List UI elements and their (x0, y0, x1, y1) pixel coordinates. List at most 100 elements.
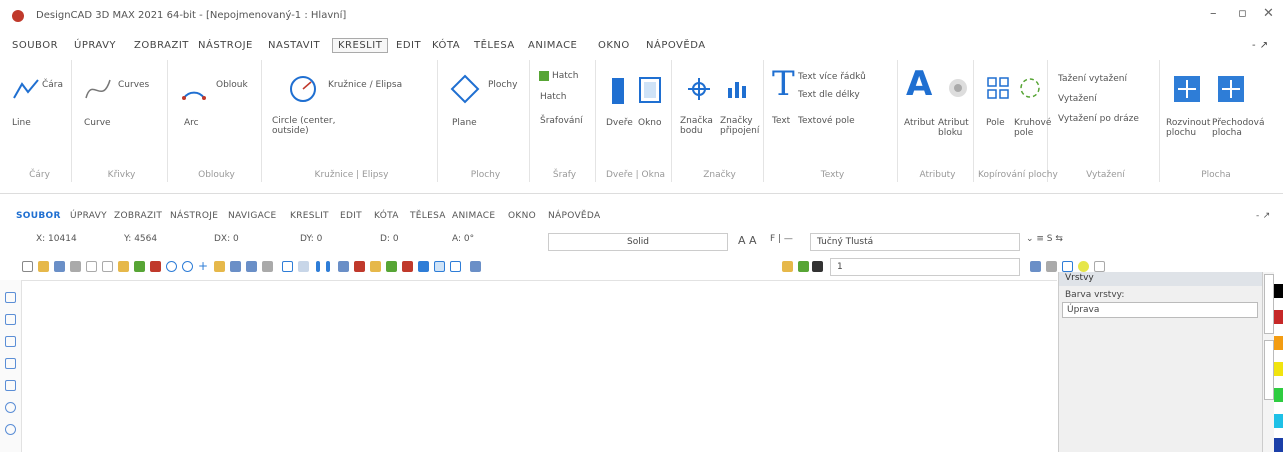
font-size-buttons[interactable]: A A (738, 234, 757, 247)
unfold-surface-label[interactable]: Rozvinout plochu (1166, 118, 1214, 138)
cut-icon[interactable] (134, 261, 145, 272)
pencil-color-icon[interactable] (782, 261, 793, 272)
open-folder-icon[interactable] (38, 261, 49, 272)
arc-dropdown-label[interactable]: Oblouk (216, 80, 248, 90)
curve-side-tool-icon[interactable] (5, 336, 16, 347)
distance-field[interactable]: D: 0 (380, 234, 399, 244)
block-attribute-label[interactable]: Atribut bloku (938, 118, 972, 138)
properties-icon[interactable] (262, 261, 273, 272)
redo-icon[interactable] (182, 261, 193, 272)
panel-collapse-glyph[interactable]: - ↗ (1256, 211, 1271, 221)
ortho-icon[interactable] (338, 261, 349, 272)
circle-dropdown-label[interactable]: Kružnice / Elipsa (328, 80, 402, 90)
color-swatch-green[interactable] (1274, 388, 1283, 402)
color-swatch-cyan[interactable] (1274, 414, 1283, 428)
text-tool-label[interactable]: Text (772, 116, 790, 126)
tab-animace[interactable]: ANIMACE (452, 211, 495, 221)
menu-kreslit[interactable]: KRESLIT (332, 38, 389, 53)
fill-color-icon[interactable] (798, 261, 809, 272)
color-swatch-yellow[interactable] (1274, 362, 1283, 376)
menu-nastroje[interactable]: NÁSTROJE (198, 40, 253, 51)
tab-telesa[interactable]: TĚLESA (410, 211, 446, 221)
snap-grid-icon[interactable] (316, 261, 320, 272)
zoom-in-icon[interactable] (298, 261, 309, 272)
hatch-option-label[interactable]: Hatch (540, 92, 566, 102)
text-format-buttons[interactable]: ⌄ ≡ S ⇆ (1026, 234, 1063, 244)
menu-animace[interactable]: ANIMACE (528, 40, 577, 51)
menu-soubor[interactable]: SOUBOR (12, 40, 58, 51)
menu-zobrazit[interactable]: ZOBRAZIT (134, 40, 189, 51)
polyline-tool-icon[interactable] (5, 358, 16, 369)
menu-kota[interactable]: KÓTA (432, 40, 460, 51)
tab-upravy[interactable]: ÚPRAVY (70, 211, 107, 221)
window-label[interactable]: Okno (638, 118, 662, 128)
ellipse-tool-icon[interactable] (5, 424, 16, 435)
render-icon[interactable] (470, 261, 481, 272)
print-icon[interactable] (70, 261, 81, 272)
hatch-label[interactable]: Hatch (552, 71, 578, 81)
path-extrude-label[interactable]: Vytažení po dráze (1058, 114, 1139, 124)
dy-field[interactable]: DY: 0 (300, 234, 322, 244)
select-tool-icon[interactable] (5, 292, 16, 303)
color-swatch-blue[interactable] (1274, 438, 1283, 452)
menu-napoveda[interactable]: NÁPOVĚDA (646, 40, 706, 51)
tab-napoveda[interactable]: NÁPOVĚDA (548, 211, 600, 221)
color-swatch-black[interactable] (1274, 284, 1283, 298)
multiline-text-label[interactable]: Text více řádků (798, 72, 866, 82)
text-box-label[interactable]: Textové pole (798, 116, 855, 126)
door-label[interactable]: Dveře (606, 118, 633, 128)
line-tool-icon[interactable] (12, 78, 40, 100)
save-icon[interactable] (54, 261, 65, 272)
angle-field[interactable]: A: 0° (452, 234, 474, 244)
attribute-icon[interactable]: A (906, 64, 932, 104)
measure-icon[interactable] (370, 261, 381, 272)
light-bulb-icon[interactable] (1078, 261, 1089, 272)
text-frame-icon[interactable] (1062, 261, 1073, 272)
tab-zobrazit[interactable]: ZOBRAZIT (114, 211, 162, 221)
tab-kreslit[interactable]: KRESLIT (290, 211, 329, 221)
plane-tool-icon[interactable] (450, 74, 480, 104)
y-coordinate-field[interactable]: Y: 4564 (124, 234, 157, 244)
cursor-icon[interactable] (418, 261, 429, 272)
arc-tool-label[interactable]: Arc (184, 118, 199, 128)
group-icon[interactable] (246, 261, 257, 272)
hatching-label[interactable]: Šrafování (540, 116, 583, 126)
tab-okno[interactable]: OKNO (508, 211, 536, 221)
dx-field[interactable]: DX: 0 (214, 234, 239, 244)
delete-icon[interactable] (150, 261, 161, 272)
array-icon[interactable] (986, 76, 1010, 100)
snap-point-icon[interactable] (326, 261, 330, 272)
tab-kota[interactable]: KÓTA (374, 211, 399, 221)
curves-dropdown-label[interactable]: Curves (118, 80, 149, 90)
block-attribute-icon[interactable] (946, 76, 970, 102)
hatch-icon[interactable] (538, 70, 550, 82)
text-style-buttons[interactable]: F | — (770, 234, 793, 244)
paste-icon[interactable] (118, 261, 129, 272)
transition-surface-icon[interactable] (1216, 74, 1246, 104)
unfold-surface-icon[interactable] (1172, 74, 1202, 104)
circular-array-label[interactable]: Kruhové pole (1014, 118, 1051, 138)
extrude-label[interactable]: Vytažení (1058, 94, 1097, 104)
pull-extrude-label[interactable]: Tažení vytažení (1058, 74, 1127, 84)
zoom-tool-icon[interactable] (5, 314, 16, 325)
restore-button[interactable]: ▫ (1238, 6, 1247, 21)
line-width-select[interactable]: 1 (830, 258, 1020, 276)
circle-side-tool-icon[interactable] (5, 402, 16, 413)
point-mark-icon[interactable] (686, 76, 712, 102)
tab-nastroje[interactable]: NÁSTROJE (170, 211, 218, 221)
plane-dropdown-label[interactable]: Plochy (488, 80, 517, 90)
color-swatch-red[interactable] (1274, 310, 1283, 324)
text-by-length-label[interactable]: Text dle délky (798, 90, 860, 100)
transition-surface-label[interactable]: Přechodová plocha (1212, 118, 1266, 138)
undo-icon[interactable] (166, 261, 177, 272)
copy-icon[interactable] (102, 261, 113, 272)
tab-edit[interactable]: EDIT (340, 211, 362, 221)
menu-edit[interactable]: EDIT (396, 40, 421, 51)
layer-icon[interactable] (230, 261, 241, 272)
color-swatch-orange[interactable] (1274, 336, 1283, 350)
dimension-icon[interactable] (354, 261, 365, 272)
side-tab-layers[interactable] (1264, 274, 1274, 334)
menu-telesa[interactable]: TĚLESA (474, 40, 515, 51)
side-tab-properties[interactable] (1264, 340, 1274, 400)
rectangle-tool-icon[interactable] (5, 380, 16, 391)
